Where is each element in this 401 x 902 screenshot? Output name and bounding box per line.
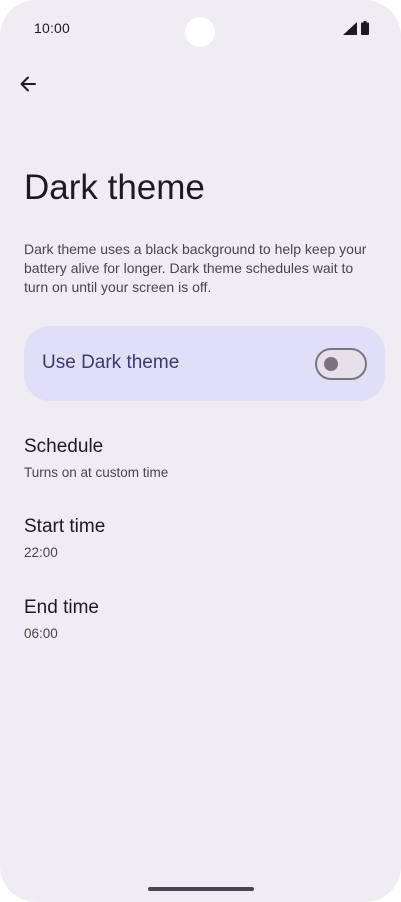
signal-icon [343, 21, 357, 35]
camera-cutout [185, 17, 215, 47]
arrow-left-icon [20, 76, 36, 92]
phone-screen: 10:00 Dark theme Dark theme uses a black… [0, 0, 401, 902]
status-icons [343, 21, 369, 35]
setting-summary: Turns on at custom time [24, 465, 169, 480]
setting-title: Schedule [24, 436, 104, 457]
setting-summary: 22:00 [24, 545, 58, 560]
page-description: Dark theme uses a black background to he… [24, 241, 367, 295]
setting-title: Start time [24, 516, 106, 537]
use-dark-theme-label: Use Dark theme [42, 352, 180, 373]
home-indicator[interactable] [148, 887, 254, 891]
battery-icon [361, 21, 369, 35]
setting-end-time[interactable]: End time 06:00 [0, 597, 401, 663]
page-title: Dark theme [24, 168, 205, 207]
status-bar: 10:00 [0, 0, 401, 56]
setting-title: End time [24, 597, 99, 618]
back-button[interactable] [10, 66, 46, 102]
setting-summary: 06:00 [24, 626, 58, 641]
use-dark-theme-card[interactable]: Use Dark theme [24, 326, 385, 401]
setting-schedule[interactable]: Schedule Turns on at custom time [0, 436, 401, 502]
switch-thumb [324, 357, 338, 371]
use-dark-theme-switch[interactable] [315, 348, 367, 380]
setting-start-time[interactable]: Start time 22:00 [0, 516, 401, 582]
status-time: 10:00 [34, 20, 71, 36]
